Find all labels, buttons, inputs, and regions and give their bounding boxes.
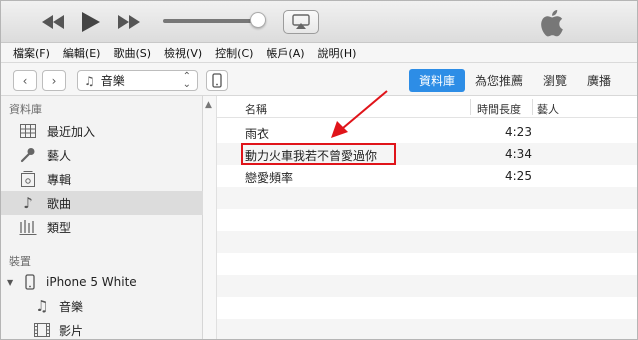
device-name: iPhone 5 White: [46, 275, 137, 289]
airplay-icon: [292, 14, 310, 29]
genre-icon: [19, 218, 37, 236]
sidebar-item-label: 類型: [47, 220, 72, 235]
music-note-icon: ♪: [23, 194, 33, 212]
song-time: 4:25: [505, 169, 532, 183]
airplay-button[interactable]: [283, 10, 319, 34]
column-header-name[interactable]: 名稱: [245, 101, 267, 117]
menu-view[interactable]: 檢視(V): [164, 45, 202, 61]
table-row[interactable]: 雨衣 4:23: [217, 121, 637, 143]
tab-browse[interactable]: 瀏覽: [533, 69, 577, 92]
table-row-empty: [217, 297, 637, 319]
sidebar-scrollbar[interactable]: ▲: [203, 96, 217, 339]
music-note-icon: ♫: [84, 73, 95, 88]
table-row-empty: [217, 253, 637, 275]
song-name: 雨衣: [245, 127, 270, 141]
view-tabs: 資料庫 為您推薦 瀏覽 廣播: [409, 69, 621, 92]
sidebar-item-label: 音樂: [59, 299, 84, 314]
player-bar: [1, 1, 637, 43]
tab-library[interactable]: 資料庫: [409, 69, 466, 92]
updown-chevron-icon: ⌃ ⌄: [182, 71, 191, 90]
sidebar-device-iphone[interactable]: ▼ iPhone 5 White: [1, 270, 203, 294]
sidebar-item-genres[interactable]: 類型: [1, 215, 203, 239]
back-button[interactable]: ‹: [13, 70, 37, 91]
table-row-empty: [217, 275, 637, 297]
play-icon: [82, 12, 100, 32]
volume-slider[interactable]: [163, 19, 261, 23]
menu-controls[interactable]: 控制(C): [215, 45, 253, 61]
play-button[interactable]: [79, 1, 103, 43]
menu-song[interactable]: 歌曲(S): [113, 45, 151, 61]
fast-forward-button[interactable]: [115, 1, 143, 43]
forward-button[interactable]: ›: [42, 70, 66, 91]
rewind-button[interactable]: [39, 1, 67, 43]
album-icon: [19, 170, 37, 188]
table-row-empty: [217, 187, 637, 209]
sidebar: 資料庫 最近加入 藝人 專輯 ♪ 歌曲 類型 裝置 ▼ iPhone 5 Whi…: [1, 96, 203, 339]
table-row-empty: [217, 209, 637, 231]
sidebar-heading-library: 資料庫: [9, 103, 42, 116]
sidebar-heading-devices: 裝置: [9, 255, 31, 268]
song-list: 名稱 時間長度 藝人 雨衣 4:23 動力火車我若不曾愛過你 4:34 戀愛頻率…: [217, 96, 637, 339]
sidebar-item-label: 最近加入: [47, 124, 96, 139]
sidebar-item-artists[interactable]: 藝人: [1, 143, 203, 167]
song-time: 4:34: [505, 147, 532, 161]
menu-edit[interactable]: 編輯(E): [63, 45, 101, 61]
column-header-artist[interactable]: 藝人: [537, 101, 559, 117]
scroll-up-arrow-icon[interactable]: ▲: [205, 100, 212, 110]
table-row-empty: [217, 231, 637, 253]
sidebar-item-label: 藝人: [47, 148, 72, 163]
tab-radio[interactable]: 廣播: [577, 69, 621, 92]
media-type-select[interactable]: ♫ 音樂 ⌃ ⌄: [77, 70, 198, 91]
sidebar-item-label: 歌曲: [47, 196, 72, 211]
iphone-icon: [212, 73, 222, 88]
song-list-header: 名稱 時間長度 藝人: [217, 96, 637, 118]
chevron-right-icon: ›: [51, 73, 57, 88]
column-header-time[interactable]: 時間長度: [477, 101, 521, 117]
iphone-icon: [21, 273, 39, 291]
table-row[interactable]: 戀愛頻率 4:25: [217, 165, 637, 187]
chevron-left-icon: ‹: [22, 73, 28, 88]
sidebar-item-recently-added[interactable]: 最近加入: [1, 119, 203, 143]
sidebar-item-label: 專輯: [47, 172, 72, 187]
device-button[interactable]: [206, 70, 228, 91]
column-divider: [470, 99, 471, 115]
film-icon: [33, 321, 51, 339]
music-note-icon: ♫: [35, 297, 49, 315]
menu-help[interactable]: 說明(H): [318, 45, 357, 61]
volume-slider-knob[interactable]: [250, 12, 266, 28]
table-row-empty: [217, 319, 637, 339]
grid-icon: [19, 122, 37, 140]
sidebar-device-item-movies[interactable]: 影片: [1, 318, 203, 339]
apple-logo-icon: [538, 8, 564, 41]
tab-for-you[interactable]: 為您推薦: [465, 69, 533, 92]
sidebar-item-albums[interactable]: 專輯: [1, 167, 203, 191]
media-type-label: 音樂: [100, 74, 125, 88]
microphone-icon: [19, 146, 37, 164]
sidebar-device-item-music[interactable]: ♫ 音樂: [1, 294, 203, 318]
song-time: 4:23: [505, 125, 532, 139]
menu-bar: 檔案(F) 編輯(E) 歌曲(S) 檢視(V) 控制(C) 帳戶(A) 說明(H…: [1, 43, 637, 63]
menu-file[interactable]: 檔案(F): [13, 45, 50, 61]
song-name: 戀愛頻率: [245, 171, 294, 185]
rewind-icon: [42, 15, 64, 29]
annotation-highlight-box: [241, 143, 396, 165]
disclosure-triangle-icon[interactable]: ▼: [7, 278, 13, 287]
sidebar-item-songs[interactable]: ♪ 歌曲: [1, 191, 203, 215]
sidebar-item-label: 影片: [59, 323, 84, 338]
fast-forward-icon: [118, 15, 140, 29]
toolbar: ‹ › ♫ 音樂 ⌃ ⌄ 資料庫 為您推薦 瀏覽 廣播: [1, 63, 637, 96]
menu-account[interactable]: 帳戶(A): [266, 45, 304, 61]
itunes-window: 檔案(F) 編輯(E) 歌曲(S) 檢視(V) 控制(C) 帳戶(A) 說明(H…: [0, 0, 638, 340]
column-divider: [532, 99, 533, 115]
